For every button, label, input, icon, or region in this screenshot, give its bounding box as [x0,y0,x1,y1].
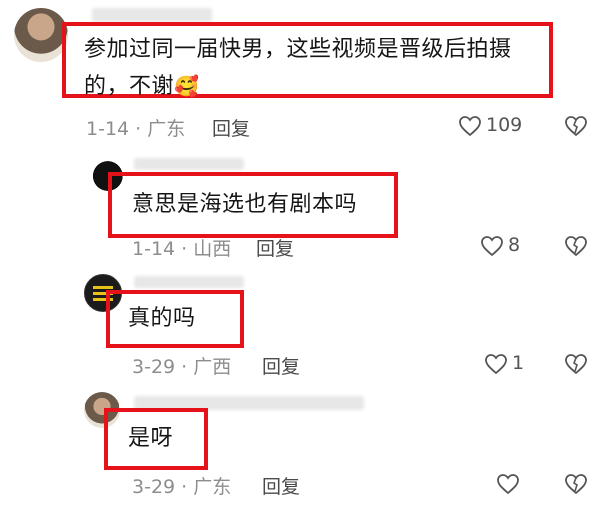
smile-emoji-icon: 🥰 [174,74,200,98]
comment-text-line: 的，不谢🥰 [84,66,554,107]
comment-meta: 3-29 · 广西 [132,356,232,378]
like-count: 109 [486,114,523,136]
username-blurred [134,276,244,288]
reply-button[interactable]: 回复 [212,114,250,141]
like-count: 1 [512,352,525,374]
username-blurred [92,8,212,22]
username-blurred [134,158,244,170]
avatar-stripe [93,286,113,289]
comment-text: 真的吗 [128,306,196,331]
comment-text: 是呀 [128,426,174,451]
comment-text-part: 的，不谢 [84,74,175,99]
comment-text: 意思是海选也有剧本吗 [132,192,358,217]
reply-button[interactable]: 回复 [256,234,294,261]
avatar[interactable] [14,8,68,62]
broken-heart-icon[interactable] [564,235,588,257]
comment-meta: 1-14 · 广东 [86,118,186,140]
heart-outline-icon[interactable] [458,115,482,137]
heart-outline-icon[interactable] [496,473,520,495]
comment-text: 参加过同一届快男，这些视频是晋级后拍摄 的，不谢🥰 [84,30,554,107]
reply-button[interactable]: 回复 [262,352,300,379]
like-count: 8 [508,234,521,256]
broken-heart-icon[interactable] [564,353,588,375]
heart-outline-icon[interactable] [480,235,504,257]
reply-button[interactable]: 回复 [262,472,300,499]
comment-meta: 1-14 · 山西 [132,238,232,260]
comment-meta: 3-29 · 广东 [132,476,232,498]
comment-text-line: 参加过同一届快男，这些视频是晋级后拍摄 [84,37,512,62]
broken-heart-icon[interactable] [564,115,588,137]
broken-heart-icon[interactable] [564,473,588,495]
heart-outline-icon[interactable] [484,353,508,375]
